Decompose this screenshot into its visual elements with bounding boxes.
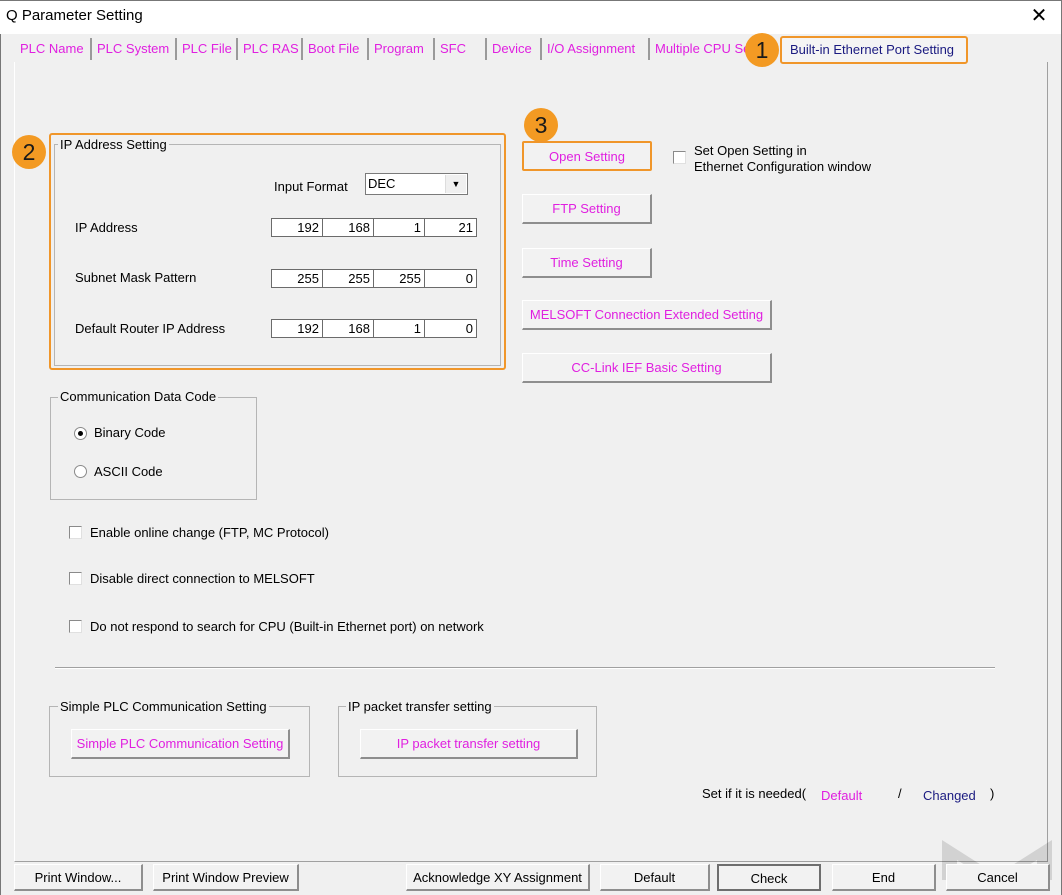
annotation-badge-2: 2 [12,135,46,169]
check-button[interactable]: Check [717,864,821,891]
tab-sfc[interactable]: SFC [433,38,466,60]
legend-default: Default [821,788,863,803]
router-octet-1[interactable]: 192 [272,320,323,337]
set-open-setting-label-line1: Set Open Setting in [694,143,807,158]
tab-plc-system[interactable]: PLC System [90,38,169,60]
dropdown-arrow-icon[interactable]: ▼ [445,175,466,193]
tab-plc-ras[interactable]: PLC RAS [236,38,299,60]
input-format-value: DEC [368,176,396,191]
ip-octet-4[interactable]: 21 [425,219,476,236]
tab-plc-file[interactable]: PLC File [175,38,232,60]
subnet-octet-4[interactable]: 0 [425,270,476,287]
tab-plc-name[interactable]: PLC Name [14,38,84,60]
window-title: Q Parameter Setting [6,7,143,24]
disable-direct-connection-label: Disable direct connection to MELSOFT [90,571,315,586]
print-window-button[interactable]: Print Window... [14,864,143,891]
print-window-preview-button[interactable]: Print Window Preview [153,864,299,891]
do-not-respond-search-label: Do not respond to search for CPU (Built-… [90,619,484,634]
legend-prefix: Set if it is needed( [702,786,807,801]
do-not-respond-search-checkbox[interactable] [69,620,82,633]
subnet-mask-label: Subnet Mask Pattern [75,270,197,285]
simple-plc-communication-setting-button[interactable]: Simple PLC Communication Setting [71,729,290,759]
bottom-button-bar: Print Window... Print Window Preview Ack… [0,862,1062,895]
ip-octet-3[interactable]: 1 [374,219,425,236]
ip-octet-1[interactable]: 192 [272,219,323,236]
input-format-select[interactable]: DEC ▼ [365,173,468,195]
ascii-code-radio[interactable] [74,465,87,478]
subnet-mask-field[interactable]: 255 255 255 0 [271,269,477,288]
ip-packet-transfer-setting-button[interactable]: IP packet transfer setting [360,729,578,759]
ip-address-field[interactable]: 192 168 1 21 [271,218,477,237]
communication-data-code-group [50,397,257,500]
simple-plc-group-title: Simple PLC Communication Setting [58,699,269,714]
ftp-setting-button[interactable]: FTP Setting [522,194,652,224]
router-octet-3[interactable]: 1 [374,320,425,337]
default-button[interactable]: Default [600,864,710,891]
legend-changed: Changed [923,788,976,803]
set-open-setting-checkbox[interactable] [673,151,686,164]
router-octet-4[interactable]: 0 [425,320,476,337]
ip-octet-2[interactable]: 168 [323,219,374,236]
time-setting-button[interactable]: Time Setting [522,248,652,278]
open-setting-button[interactable]: Open Setting [522,141,652,171]
ip-group-title: IP Address Setting [58,137,169,152]
binary-code-label: Binary Code [94,425,166,440]
input-format-label: Input Format [274,179,348,194]
cc-link-ief-basic-setting-button[interactable]: CC-Link IEF Basic Setting [522,353,772,383]
cancel-button[interactable]: Cancel [946,864,1050,891]
disable-direct-connection-checkbox[interactable] [69,572,82,585]
separator-line [55,667,995,669]
communication-data-code-title: Communication Data Code [58,389,219,404]
tab-built-in-ethernet-port-setting[interactable]: Built-in Ethernet Port Setting [780,36,969,64]
acknowledge-xy-assignment-button[interactable]: Acknowledge XY Assignment [406,864,590,891]
set-open-setting-label-line2: Ethernet Configuration window [694,159,872,174]
ip-address-label: IP Address [75,220,138,235]
default-router-label: Default Router IP Address [75,321,226,336]
subnet-octet-2[interactable]: 255 [323,270,374,287]
end-button[interactable]: End [832,864,936,891]
tab-device[interactable]: Device [485,38,532,60]
tab-io-assignment[interactable]: I/O Assignment [540,38,635,60]
tab-program[interactable]: Program [367,38,424,60]
default-router-field[interactable]: 192 168 1 0 [271,319,477,338]
title-bar [0,0,1062,34]
enable-online-change-label: Enable online change (FTP, MC Protocol) [90,525,329,540]
annotation-badge-3: 3 [524,108,558,142]
enable-online-change-checkbox[interactable] [69,526,82,539]
router-octet-2[interactable]: 168 [323,320,374,337]
legend-suffix: ) [990,786,995,801]
legend-slash: / [898,786,902,801]
window-frame-left [0,34,1,895]
subnet-octet-3[interactable]: 255 [374,270,425,287]
melsoft-connection-extended-setting-button[interactable]: MELSOFT Connection Extended Setting [522,300,772,330]
tab-boot-file[interactable]: Boot File [301,38,359,60]
ascii-code-label: ASCII Code [94,464,163,479]
ip-packet-group-title: IP packet transfer setting [346,699,494,714]
binary-code-radio[interactable] [74,427,87,440]
subnet-octet-1[interactable]: 255 [272,270,323,287]
close-icon[interactable]: ✕ [1026,4,1052,28]
